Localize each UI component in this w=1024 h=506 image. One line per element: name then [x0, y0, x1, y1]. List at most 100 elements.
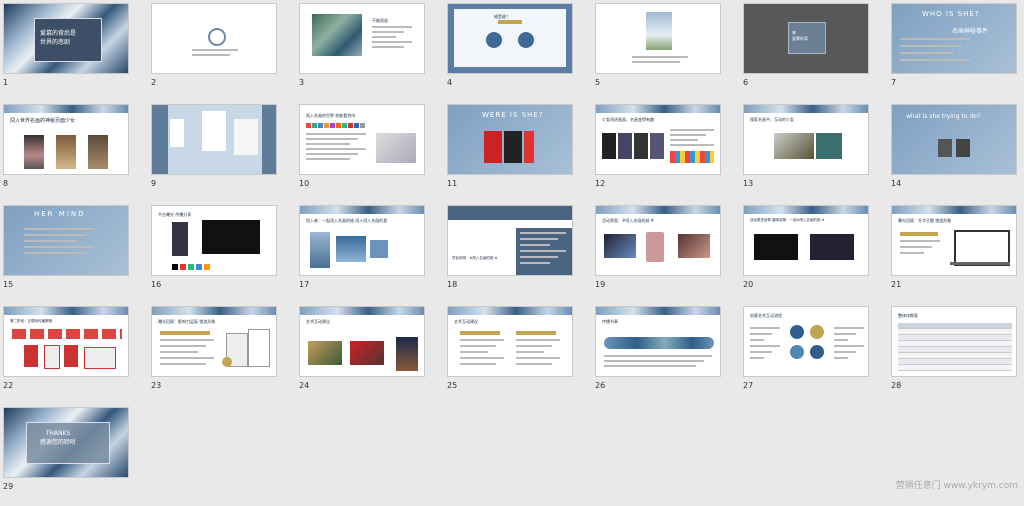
shape: [774, 133, 814, 159]
slide-text: THANKS 感谢您的聆听: [40, 430, 77, 446]
text-line: [750, 327, 780, 329]
shape: [484, 131, 502, 163]
slide-text: 闯入世界名画的神秘页面少女: [10, 118, 76, 124]
slide-text: 闯入者：一起闯入名画的她 闯入闯入名画的夏: [306, 218, 388, 223]
text-line: [516, 345, 552, 347]
text-line: [460, 345, 496, 347]
header-band: [300, 307, 424, 315]
text-line: [192, 49, 238, 51]
slide-thumbnail[interactable]: [151, 3, 277, 74]
slide-number: 10: [299, 179, 310, 188]
text-line: [632, 61, 680, 63]
slide-text: WHO IS SHE?: [922, 10, 980, 18]
slide-cell: 搜索名画中，互动的少女 13: [743, 104, 873, 203]
slide-text: 平台曝光 传播分享: [158, 212, 192, 217]
slide-thumbnail[interactable]: 艺术互动建议: [299, 306, 425, 377]
slide-thumbnail[interactable]: 闯入者：一起闯入名画的她 闯入闯入名画的夏: [299, 205, 425, 276]
slide-thumbnail[interactable]: 平台曝光 传播分享: [151, 205, 277, 276]
slide-text: 搜索名画中，互动的少女: [750, 117, 794, 122]
slide-thumbnail[interactable]: 闯入世界名画的神秘页面少女: [3, 104, 129, 175]
shape: [650, 133, 664, 159]
slide-thumbnail[interactable]: [595, 3, 721, 74]
text-line: [520, 244, 550, 246]
slide-thumbnail[interactable]: WHO IS SHE? 名画神秘事件: [891, 3, 1017, 74]
slide-thumbnail[interactable]: 第二阶段：互联网传播策略: [3, 306, 129, 377]
slide-thumbnail[interactable]: 搜索名画中，互动的少女: [743, 104, 869, 175]
slide-number: 17: [299, 280, 310, 289]
slide-number: 13: [743, 179, 754, 188]
shape: [790, 345, 804, 359]
slide-thumbnail[interactable]: 创意艺术互动流程: [743, 306, 869, 377]
text-line: [372, 26, 412, 28]
shape: [160, 331, 210, 335]
slide-text: 艺术互动建议: [454, 319, 478, 324]
shape: [88, 135, 108, 169]
slide-thumbnail[interactable]: 少女闯进画面，名画变得有趣: [595, 104, 721, 175]
text-line: [306, 143, 350, 145]
text-line: [160, 339, 214, 341]
slide-thumbnail[interactable]: THANKS 感谢您的聆听: [3, 407, 129, 478]
slide-thumbnail[interactable]: 曝光回顾：升华主题 塑造形象: [891, 205, 1017, 276]
slide-thumbnail[interactable]: 整体排期表: [891, 306, 1017, 377]
slide-thumbnail[interactable]: what is she trying to do?: [891, 104, 1017, 175]
slide-thumbnail[interactable]: 感 爱慕的背: [743, 3, 869, 74]
slide-thumbnail[interactable]: 活动界面：#闯入名画的她 #: [595, 205, 721, 276]
slide-text: 闯入名画的世界 你能看到吗: [306, 113, 356, 118]
slide-cell: 平台曝光 传播分享 16: [151, 205, 281, 304]
slide-thumbnail[interactable]: 活动更多延伸 趣味视角：一起#闯入名画的她 #: [743, 205, 869, 276]
slide-cell: 感 爱慕的背 6: [743, 3, 873, 102]
shape: [204, 264, 210, 270]
text-line: [900, 59, 970, 61]
slide-number: 16: [151, 280, 162, 289]
slide-number: 9: [151, 179, 157, 188]
shape: [516, 331, 556, 335]
slide-text: 传播节奏: [602, 319, 618, 324]
slide-thumbnail[interactable]: 曝光回顾：影响力层面 塑造形象: [151, 306, 277, 377]
shape: [248, 329, 270, 367]
text-line: [306, 148, 366, 150]
shape: [454, 9, 566, 67]
text-line: [520, 232, 566, 234]
slide-cell: 5: [595, 3, 725, 102]
text-line: [372, 41, 412, 43]
slide-thumbnail[interactable]: WERE IS SHE?: [447, 104, 573, 175]
slide-thumbnail[interactable]: 不能再说: [299, 3, 425, 74]
slide-thumbnail[interactable]: HER MIND: [3, 205, 129, 276]
shape: [56, 135, 76, 169]
slide-thumbnail[interactable]: 艺术互动建议: [447, 306, 573, 377]
slide-number: 24: [299, 381, 310, 390]
text-line: [670, 139, 698, 141]
shape: [336, 123, 341, 128]
shape: [460, 331, 500, 335]
shape: [670, 151, 714, 163]
shape: [604, 337, 714, 349]
slide-text: WERE IS SHE?: [482, 111, 544, 119]
text-line: [24, 228, 94, 230]
shape: [172, 222, 188, 256]
shape: [208, 28, 226, 46]
shape: [180, 264, 186, 270]
header-band: [300, 206, 424, 214]
text-line: [460, 363, 496, 365]
slide-thumbnail[interactable]: 她是谁？: [447, 3, 573, 74]
shape: [24, 345, 38, 367]
slide-thumbnail[interactable]: 传播节奏: [595, 306, 721, 377]
shape: [646, 232, 664, 262]
shape: [898, 365, 1012, 371]
slide-thumbnail[interactable]: [151, 104, 277, 175]
text-line: [750, 339, 764, 341]
shape: [524, 131, 534, 163]
slide-cell: 曝光回顾：影响力层面 塑造形象 23: [151, 306, 281, 405]
slide-cell: THANKS 感谢您的聆听 29: [3, 407, 133, 506]
watermark: 营销任意门 www.ykrym.com: [895, 481, 1018, 491]
slide-number: 8: [3, 179, 9, 188]
slide-thumbnail[interactable]: 项目说明：#闯入名画的她 #: [447, 205, 573, 276]
header-band: [152, 307, 276, 315]
slide-cell: 爱慕的背后是 世界的悲剧 1: [3, 3, 133, 102]
text-line: [604, 365, 696, 367]
text-line: [834, 357, 848, 359]
slide-number: 21: [891, 280, 902, 289]
slide-number: 14: [891, 179, 902, 188]
slide-thumbnail[interactable]: 闯入名画的世界 你能看到吗: [299, 104, 425, 175]
slide-thumbnail[interactable]: 爱慕的背后是 世界的悲剧: [3, 3, 129, 74]
